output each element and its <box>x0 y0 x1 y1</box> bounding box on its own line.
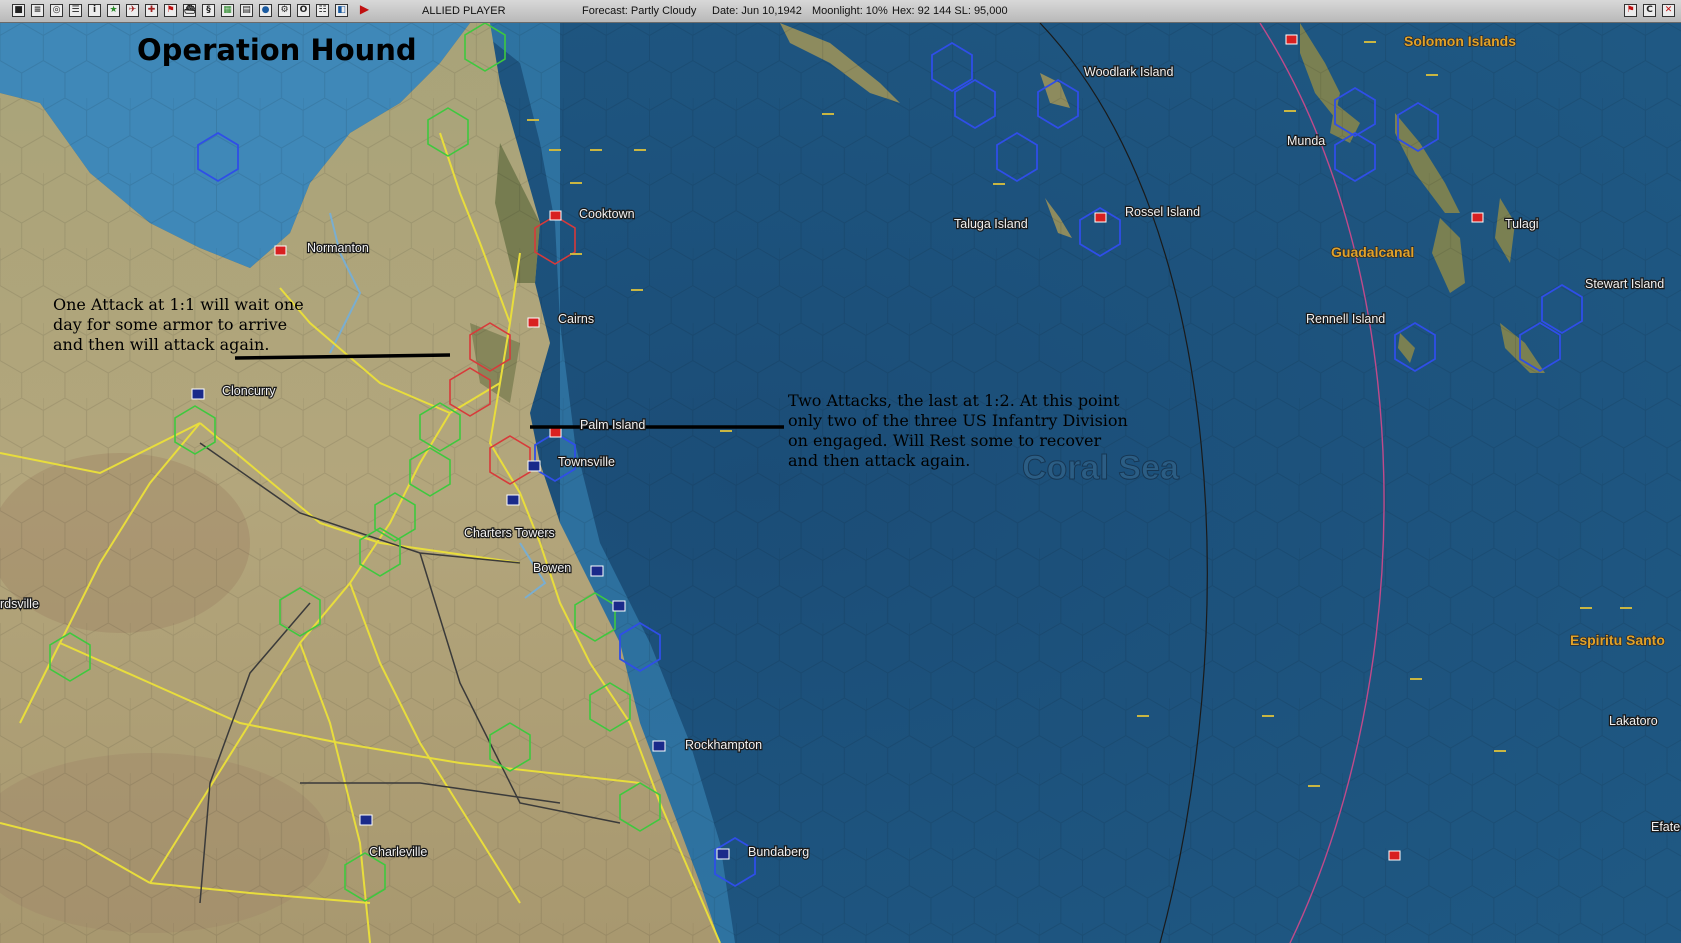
game-map[interactable]: Operation Hound One Attack at 1:1 will w… <box>0 23 1681 943</box>
place-rockhampton[interactable]: Rockhampton <box>684 737 764 753</box>
place-bundaberg[interactable]: Bundaberg <box>747 844 811 860</box>
intel-icon[interactable]: ◎ <box>50 4 63 17</box>
ship-icon[interactable]: ⛴ <box>183 4 196 17</box>
region-guadalcanal: Guadalcanal <box>1331 244 1414 260</box>
place-normanton[interactable]: Normanton <box>306 240 370 256</box>
end-turn-play-icon[interactable]: ▶ <box>358 4 371 17</box>
annotation-1-line-1: One Attack at 1:1 will wait one <box>53 295 304 314</box>
tactics-icon[interactable]: § <box>202 4 215 17</box>
annotation-2-line-4: and then attack again. <box>788 451 970 470</box>
player-label: ALLIED PLAYER <box>422 5 506 17</box>
customize-icon[interactable]: C <box>1643 4 1656 17</box>
reports-icon[interactable]: ≡ <box>31 4 44 17</box>
flag-right-icon[interactable]: ⚑ <box>1624 4 1637 17</box>
annotation-2-line-1: Two Attacks, the last at 1:2. At this po… <box>788 391 1120 410</box>
place-charleville[interactable]: Charleville <box>368 844 429 860</box>
annotation-2-line-2: only two of the three US Infantry Divisi… <box>788 411 1128 430</box>
events-icon[interactable]: ☰ <box>69 4 82 17</box>
toolbar: ■ ≡ ◎ ☰ i ★ ✈ ✚ ⚑ ⛴ § ▦ ▤ ● ⚙ O ☷ ◧ ▶ AL… <box>0 0 1681 23</box>
sea-label-coral-sea: Coral Sea <box>1022 449 1180 487</box>
aircraft-icon[interactable]: ✈ <box>126 4 139 17</box>
annotation-2-line-3: on engaged. Will Rest some to recover <box>788 431 1101 450</box>
star-icon[interactable]: ★ <box>107 4 120 17</box>
map-icon[interactable]: ▦ <box>221 4 234 17</box>
moonlight-readout: Moonlight: 10% <box>812 5 888 17</box>
order-of-battle-icon[interactable]: O <box>297 4 310 17</box>
ground-unit-icon[interactable]: ✚ <box>145 4 158 17</box>
flag-icon[interactable]: ⚑ <box>164 4 177 17</box>
place-rennell-island[interactable]: Rennell Island <box>1305 311 1387 327</box>
region-espiritu-santo: Espiritu Santo <box>1570 632 1665 648</box>
place-bowen[interactable]: Bowen <box>532 560 573 576</box>
operation-title: Operation Hound <box>137 33 417 67</box>
hex-grid <box>0 23 1681 943</box>
save-icon[interactable]: ◧ <box>335 4 348 17</box>
place-townsville[interactable]: Townsville <box>557 454 616 470</box>
list-icon[interactable]: ☷ <box>316 4 329 17</box>
info-icon[interactable]: i <box>88 4 101 17</box>
annotation-1-line-2: day for some armor to arrive <box>53 315 287 334</box>
place-cloncurry[interactable]: Cloncurry <box>221 383 278 399</box>
close-icon[interactable]: ✕ <box>1662 4 1675 17</box>
date-readout: Date: Jun 10,1942 <box>712 5 802 17</box>
place-palm-island[interactable]: Palm Island <box>579 417 647 433</box>
place-taluga-island[interactable]: Taluga Island <box>953 216 1029 232</box>
annotation-1-line-3: and then will attack again. <box>53 335 269 354</box>
system-menu-icon[interactable]: ■ <box>12 4 25 17</box>
region-solomon-islands: Solomon Islands <box>1404 33 1516 49</box>
place-tulagi[interactable]: Tulagi <box>1504 216 1540 232</box>
place-munda[interactable]: Munda <box>1286 133 1327 149</box>
place-cooktown[interactable]: Cooktown <box>578 206 636 222</box>
place-woodlark-island[interactable]: Woodlark Island <box>1083 64 1175 80</box>
place-birdsville-partial[interactable]: rdsville <box>0 596 40 612</box>
place-cairns[interactable]: Cairns <box>557 311 596 327</box>
place-stewart-island[interactable]: Stewart Island <box>1584 276 1666 292</box>
place-efate[interactable]: Efate <box>1650 819 1681 835</box>
place-lakatoro[interactable]: Lakatoro <box>1608 713 1659 729</box>
forecast-readout: Forecast: Partly Cloudy <box>582 5 697 17</box>
hex-readout: Hex: 92 144 SL: 95,000 <box>892 5 1008 17</box>
globe-icon[interactable]: ● <box>259 4 272 17</box>
place-charters-towers[interactable]: Charters Towers <box>463 525 556 541</box>
place-rossel-island[interactable]: Rossel Island <box>1124 204 1201 220</box>
settings-icon[interactable]: ⚙ <box>278 4 291 17</box>
ledger-icon[interactable]: ▤ <box>240 4 253 17</box>
